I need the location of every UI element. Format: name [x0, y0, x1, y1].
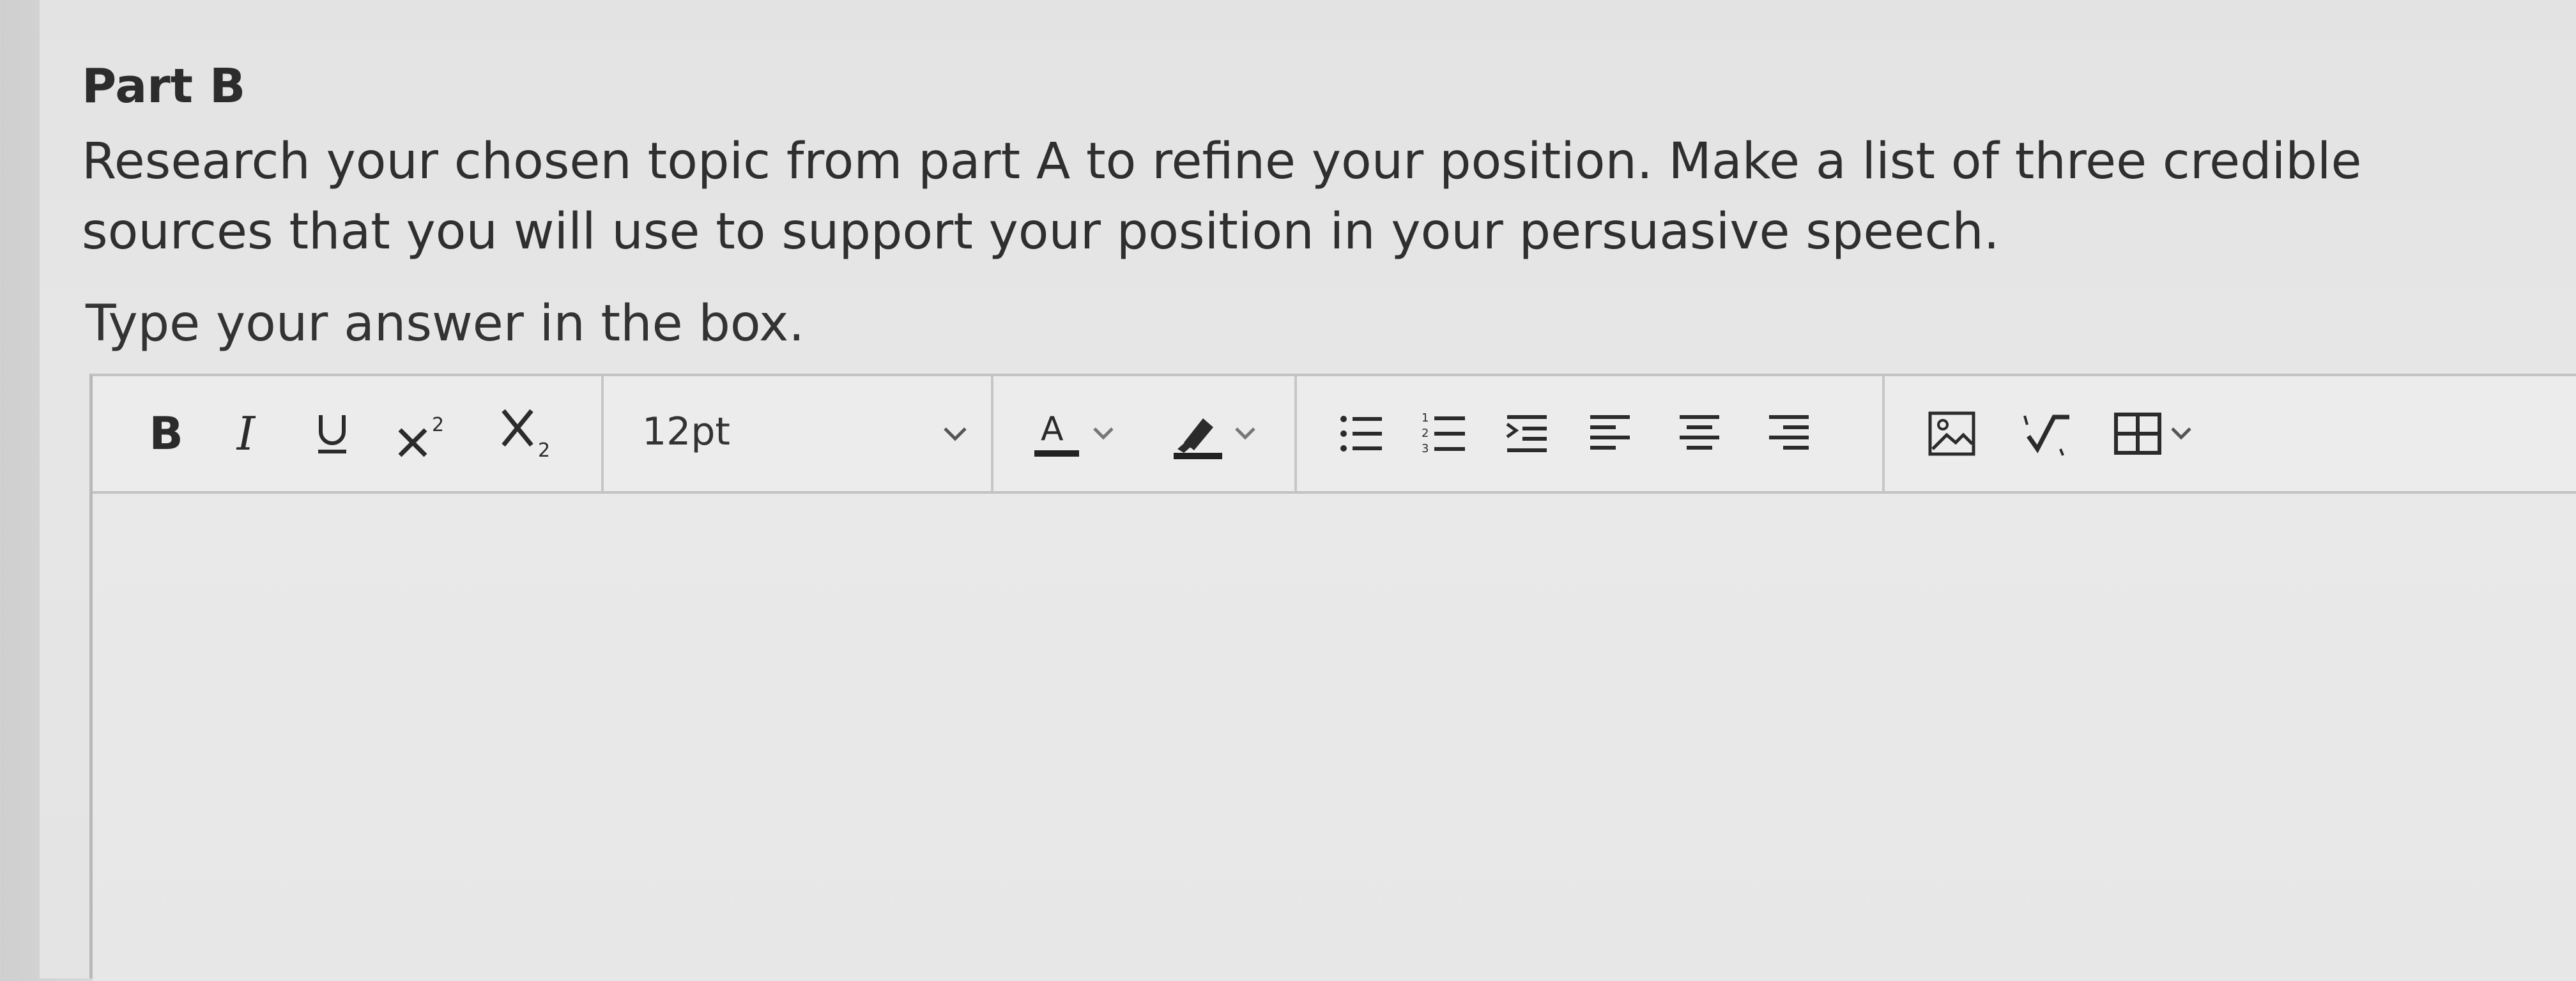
editor-content-area[interactable]	[93, 494, 2576, 981]
insert-image-icon	[1928, 411, 1975, 456]
format-group: B I 2 2	[93, 376, 604, 491]
numbered-list-icon: 1 2 3	[1422, 411, 1465, 455]
insert-equation-button[interactable]	[2006, 403, 2083, 464]
italic-button[interactable]: I	[214, 403, 278, 464]
font-size-value: 12pt	[642, 409, 730, 454]
font-size-select[interactable]: 12pt	[604, 376, 991, 491]
align-center-icon	[1680, 415, 1719, 450]
superscript-button[interactable]: 2	[387, 403, 463, 464]
text-color-icon: A	[1034, 410, 1079, 457]
answer-prompt: Type your answer in the box.	[86, 295, 805, 353]
superscript-icon: 2	[398, 414, 444, 457]
insert-group	[1885, 376, 2217, 491]
part-title: Part B	[82, 59, 246, 114]
chevron-down-icon	[2171, 427, 2191, 440]
bold-icon: B	[149, 407, 183, 460]
align-right-button[interactable]	[1757, 403, 1821, 464]
subscript-button[interactable]: 2	[489, 403, 572, 464]
indent-icon	[1506, 415, 1547, 452]
chevron-down-icon	[1235, 427, 1255, 440]
rich-text-editor: B I 2 2 12pt A 1 2 3	[89, 374, 2576, 981]
question-instructions: Research your chosen topic from part A t…	[82, 133, 2362, 261]
bulleted-list-icon	[1340, 416, 1382, 452]
italic-icon: I	[236, 407, 256, 460]
insert-image-button[interactable]	[1917, 403, 1987, 464]
font-size-group: 12pt	[604, 376, 993, 491]
color-group: A	[993, 376, 1297, 491]
highlight-color-button[interactable]	[1150, 403, 1278, 464]
align-right-icon	[1769, 415, 1809, 450]
insert-table-button[interactable]	[2099, 403, 2207, 464]
subscript-icon: 2	[502, 409, 550, 460]
align-left-button[interactable]	[1578, 403, 1642, 464]
insert-equation-icon	[2023, 414, 2069, 456]
editor-toolbar: B I 2 2 12pt A 1 2 3	[93, 376, 2576, 494]
svg-text:2: 2	[538, 439, 550, 460]
svg-text:1: 1	[1422, 411, 1429, 425]
text-color-button[interactable]: A	[1019, 403, 1128, 464]
underline-button[interactable]	[297, 403, 367, 464]
bold-button[interactable]: B	[131, 403, 201, 464]
align-left-icon	[1590, 415, 1630, 450]
svg-text:3: 3	[1422, 442, 1429, 455]
highlight-color-icon	[1174, 418, 1222, 459]
chevron-down-icon	[944, 427, 967, 441]
underline-icon	[318, 415, 346, 453]
svg-text:A: A	[1041, 410, 1064, 448]
align-center-button[interactable]	[1667, 403, 1731, 464]
paragraph-group: 1 2 3	[1297, 376, 1885, 491]
svg-text:2: 2	[432, 414, 444, 436]
bulleted-list-button[interactable]	[1329, 403, 1393, 464]
svg-text:2: 2	[1422, 427, 1429, 440]
chevron-down-icon	[1093, 427, 1114, 440]
indent-button[interactable]	[1495, 403, 1559, 464]
insert-table-icon	[2114, 413, 2161, 455]
numbered-list-button[interactable]: 1 2 3	[1412, 403, 1476, 464]
